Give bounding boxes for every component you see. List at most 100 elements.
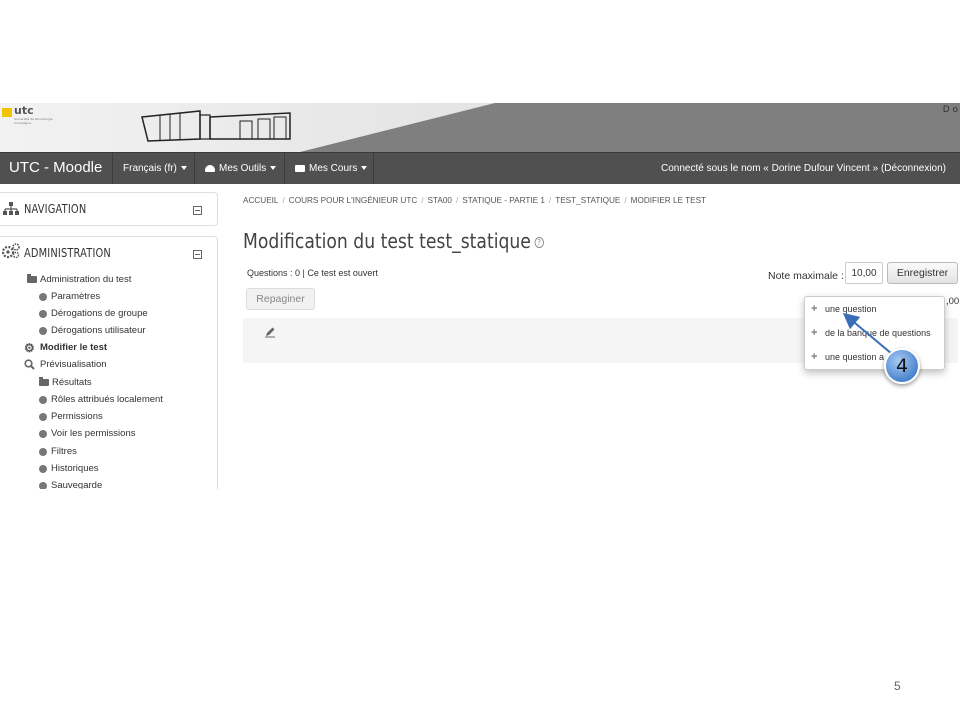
language-menu-label: Français (fr) (123, 163, 177, 174)
breadcrumb-separator: / (548, 196, 552, 205)
tree-item-label: Administration du test (40, 274, 132, 285)
max-grade-input[interactable] (845, 262, 883, 284)
tree-item-filtres[interactable]: Filtres (39, 446, 77, 457)
total-marks: ,00 (946, 296, 960, 307)
tree-item-label: Paramètres (51, 291, 101, 302)
plus-icon: + (811, 351, 818, 363)
bullet-icon (39, 430, 47, 438)
page-title: Modification du test test_statique? (243, 229, 544, 253)
mes-cours-label: Mes Cours (309, 163, 358, 174)
plus-icon: + (811, 303, 818, 315)
logo-subtitle: Université de Technologie Compiègne (14, 117, 53, 125)
pencil-icon[interactable] (264, 326, 276, 338)
bullet-icon (39, 293, 47, 301)
save-button[interactable]: Enregistrer (887, 262, 958, 284)
tree-item-label: Dérogations de groupe (51, 308, 148, 319)
utc-logo[interactable]: utc Université de Technologie Compiègne (2, 104, 64, 127)
sitemap-icon (3, 202, 19, 215)
add-random-question[interactable]: + une question a (811, 351, 884, 363)
breadcrumb-item[interactable]: COURS POUR L'INGÉNIEUR UTC (289, 196, 417, 205)
tree-item-label: Sauvegarde (51, 480, 103, 489)
bullet-icon (39, 327, 47, 335)
folder-open-icon (27, 274, 37, 283)
navigation-title: NAVIGATION (24, 202, 87, 216)
tree-item-sauvegarde[interactable]: Sauvegarde (39, 480, 103, 489)
repaginate-button[interactable]: Repaginer (246, 288, 315, 310)
quiz-status: Questions : 0 | Ce test est ouvert (247, 268, 378, 278)
tree-item-roles[interactable]: Rôles attribués localement (39, 394, 163, 405)
help-icon[interactable]: ? (534, 237, 544, 248)
tree-item-resultats[interactable]: Résultats (39, 377, 92, 388)
tree-item-permissions[interactable]: Permissions (39, 411, 103, 422)
bullet-icon (39, 448, 47, 456)
tree-item-label: Permissions (51, 411, 103, 422)
top-navbar: UTC - Moodle Français (fr) Mes Outils Me… (0, 152, 960, 184)
dashboard-icon (205, 164, 215, 172)
navigation-block-header[interactable]: NAVIGATION (0, 193, 217, 225)
gear-icon: ⚙ (24, 341, 35, 355)
slide-number: 5 (894, 679, 901, 693)
tree-item-label: Prévisualisation (40, 359, 107, 370)
bullet-icon (39, 396, 47, 404)
mes-cours-menu[interactable]: Mes Cours (284, 153, 374, 184)
breadcrumb-item[interactable]: STA00 (428, 196, 452, 205)
tree-item-derogations-utilisateur[interactable]: Dérogations utilisateur (39, 325, 146, 336)
expand-icon[interactable] (193, 206, 202, 215)
bullet-icon (39, 413, 47, 421)
add-item-label: de la banque de questions (825, 328, 931, 338)
login-info[interactable]: Connecté sous le nom « Dorine Dufour Vin… (661, 163, 946, 174)
tree-item-historiques[interactable]: Historiques (39, 463, 99, 474)
tree-item-previsualisation[interactable]: Prévisualisation (24, 359, 107, 370)
mes-outils-menu[interactable]: Mes Outils (194, 153, 284, 184)
add-item-label: une question a (825, 352, 885, 362)
logo-square-icon (2, 108, 12, 117)
chevron-down-icon (361, 166, 368, 171)
tree-item-modifier-le-test[interactable]: ⚙ Modifier le test (24, 341, 108, 355)
tree-item-administration-du-test[interactable]: Administration du test (27, 274, 132, 285)
breadcrumb-separator: / (624, 196, 627, 205)
user-initials[interactable]: D o (943, 105, 958, 115)
bullet-icon (39, 482, 47, 489)
tree-item-label: Rôles attribués localement (51, 394, 163, 405)
bullet-icon (39, 310, 47, 318)
add-new-question[interactable]: + une question (811, 303, 877, 315)
chevron-down-icon (270, 166, 277, 171)
breadcrumb-item[interactable]: TEST_STATIQUE (555, 196, 620, 205)
breadcrumb-item[interactable]: STATIQUE - PARTIE 1 (462, 196, 545, 205)
administration-tree: Administration du test Paramètres Déroga… (0, 270, 218, 489)
tree-item-derogations-groupe[interactable]: Dérogations de groupe (39, 308, 148, 319)
tree-item-parametres[interactable]: Paramètres (39, 291, 101, 302)
breadcrumb-separator: / (421, 196, 424, 205)
chevron-down-icon (180, 166, 187, 171)
mes-outils-label: Mes Outils (219, 163, 267, 174)
add-dropdown-menu: + une question + de la banque de questions… (804, 296, 945, 370)
administration-block: ADMINISTRATION (0, 236, 218, 270)
callout-step-number: 4 (884, 348, 920, 384)
plus-icon: + (811, 327, 818, 339)
breadcrumb-item[interactable]: ACCUEIL (243, 196, 279, 205)
bullet-icon (39, 465, 47, 473)
header-banner: utc Université de Technologie Compiègne … (0, 103, 960, 152)
administration-block-header[interactable]: ADMINISTRATION (0, 237, 217, 269)
building-illustration-icon (141, 110, 291, 142)
tree-item-label: Filtres (51, 446, 77, 457)
tree-item-voir-permissions[interactable]: Voir les permissions (39, 428, 136, 439)
max-grade-label: Note maximale : (768, 270, 844, 282)
breadcrumb-item-current: MODIFIER LE TEST (630, 196, 707, 205)
tree-item-label: Voir les permissions (51, 428, 136, 439)
site-brand[interactable]: UTC - Moodle (9, 159, 102, 176)
administration-title: ADMINISTRATION (24, 246, 111, 260)
add-from-question-bank[interactable]: + de la banque de questions (811, 327, 931, 339)
tree-item-label: Historiques (51, 463, 99, 474)
search-icon (24, 359, 35, 370)
page-title-text: Modification du test test_statique (243, 229, 531, 253)
language-menu[interactable]: Français (fr) (112, 153, 194, 184)
collapse-icon[interactable] (193, 250, 202, 259)
breadcrumb-separator: / (282, 196, 285, 205)
add-item-label: une question (825, 304, 877, 314)
briefcase-icon (295, 164, 305, 172)
navigation-block: NAVIGATION (0, 192, 218, 226)
breadcrumb: ACCUEIL / COURS POUR L'INGÉNIEUR UTC / STA00… (243, 196, 706, 205)
breadcrumb-separator: / (455, 196, 459, 205)
tree-item-label: Modifier le test (40, 342, 108, 353)
